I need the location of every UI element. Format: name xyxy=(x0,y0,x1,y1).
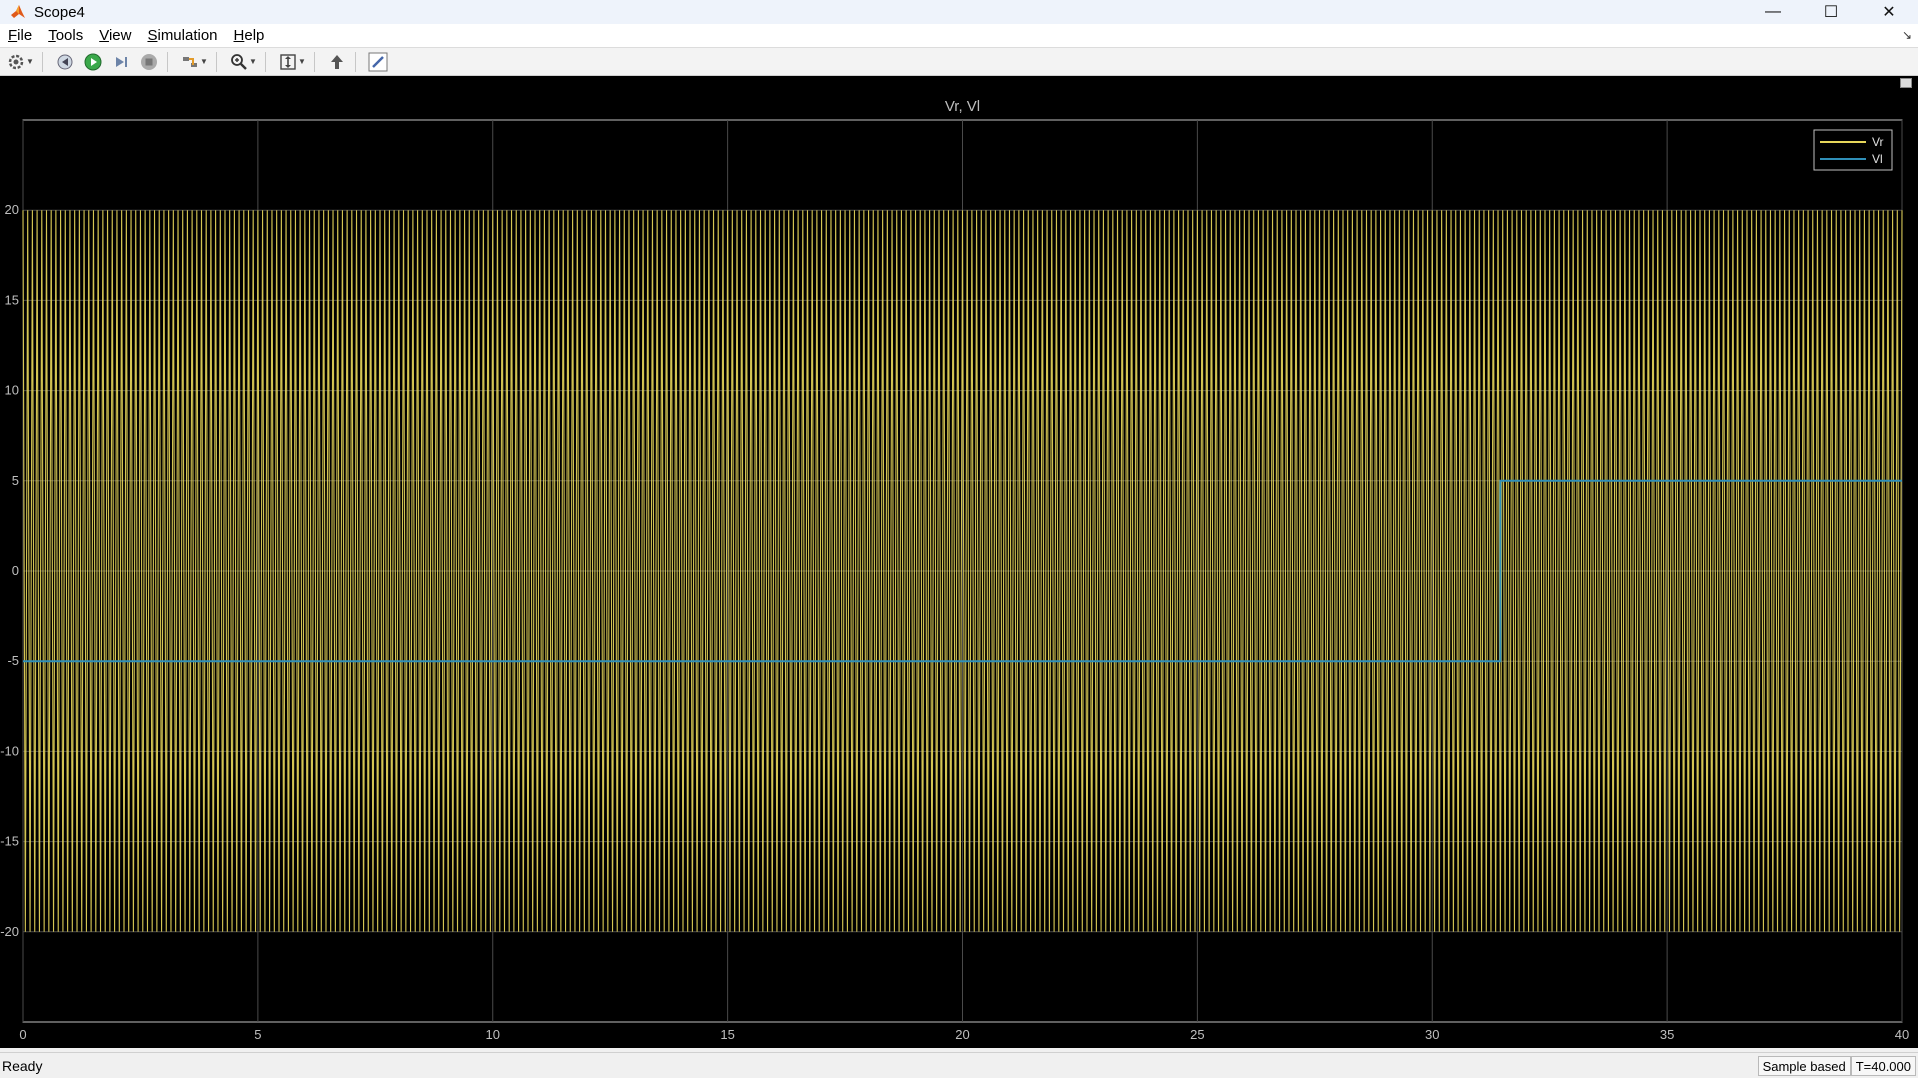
highlight-dropdown-icon[interactable]: ▼ xyxy=(200,57,210,66)
toolbar-separator xyxy=(216,51,217,72)
edit-icon xyxy=(368,52,388,71)
y-tick-label: 0 xyxy=(12,563,19,578)
toolbar-separator xyxy=(42,51,43,72)
maximize-button[interactable]: ☐ xyxy=(1802,0,1860,24)
minimize-button[interactable]: — xyxy=(1744,0,1802,24)
run-button[interactable] xyxy=(81,50,105,74)
menu-view[interactable]: View xyxy=(91,27,139,44)
toolbar-separator xyxy=(265,51,266,72)
settings-icon xyxy=(8,54,24,69)
x-tick-label: 30 xyxy=(1425,1027,1439,1042)
toolbar-separator xyxy=(355,51,356,72)
toolbar-separator xyxy=(314,51,315,72)
x-tick-label: 5 xyxy=(254,1027,261,1042)
stop-icon xyxy=(141,53,157,70)
legend-label: Vl xyxy=(1872,152,1883,166)
highlight-signal-icon xyxy=(183,56,197,67)
status-sample-mode: Sample based xyxy=(1757,1056,1851,1076)
zoom-dropdown-icon[interactable]: ▼ xyxy=(249,57,259,66)
y-tick-label: 5 xyxy=(12,473,19,488)
status-bar: Ready Sample based T=40.000 xyxy=(0,1052,1918,1078)
legend-label: Vr xyxy=(1872,135,1884,149)
x-tick-label: 25 xyxy=(1190,1027,1204,1042)
x-tick-label: 40 xyxy=(1895,1027,1909,1042)
menu-simulation[interactable]: Simulation xyxy=(139,27,225,44)
y-tick-label: 10 xyxy=(5,383,19,398)
stop-button[interactable] xyxy=(137,50,161,74)
toolbar: ▼ ▼ ▼ ▼ xyxy=(0,48,1918,76)
y-tick-label: -15 xyxy=(0,834,19,849)
autoscale-button[interactable] xyxy=(276,50,300,74)
step-forward-icon xyxy=(116,56,127,67)
y-tick-label: 20 xyxy=(5,202,19,217)
x-tick-label: 15 xyxy=(720,1027,734,1042)
highlight-signal-button[interactable] xyxy=(178,50,202,74)
autoscale-dropdown-icon[interactable]: ▼ xyxy=(298,57,308,66)
scope-chart: Vr, Vl 0 5 10 15 20 25 30 35 40 20 15 10 5 0 -5 -10 -15 -2… xyxy=(0,98,1909,1042)
expand-icon[interactable] xyxy=(1900,78,1912,88)
close-icon: ✕ xyxy=(1882,4,1896,21)
maximize-icon: ☐ xyxy=(1823,4,1839,21)
x-tick-label: 0 xyxy=(19,1027,26,1042)
bring-forward-icon xyxy=(331,54,343,69)
edit-button[interactable] xyxy=(366,50,390,74)
status-time: T=40.000 xyxy=(1850,1056,1916,1076)
y-tick-label: 15 xyxy=(5,292,19,307)
x-tick-label: 20 xyxy=(955,1027,969,1042)
step-back-icon xyxy=(57,54,73,69)
step-back-button[interactable] xyxy=(53,50,77,74)
menu-help[interactable]: Help xyxy=(226,27,273,44)
x-tick-label: 10 xyxy=(486,1027,500,1042)
menu-tools[interactable]: Tools xyxy=(40,27,91,44)
bring-forward-button[interactable] xyxy=(325,50,349,74)
step-forward-button[interactable] xyxy=(109,50,133,74)
settings-dropdown-icon[interactable]: ▼ xyxy=(26,57,36,66)
y-tick-label: -10 xyxy=(0,743,19,758)
minimize-icon: — xyxy=(1765,3,1781,20)
y-tick-label: -20 xyxy=(0,924,19,939)
title-bar: Scope4 — ☐ ✕ xyxy=(0,0,1918,24)
toolbar-separator xyxy=(167,51,168,72)
autoscale-icon xyxy=(280,53,296,70)
zoom-button[interactable] xyxy=(227,50,251,74)
settings-button[interactable] xyxy=(4,50,28,74)
plot-header-strip xyxy=(0,76,1918,92)
run-icon xyxy=(84,53,102,70)
x-tick-label: 35 xyxy=(1660,1027,1674,1042)
menu-file[interactable]: File xyxy=(0,27,40,44)
chart-title: Vr, Vl xyxy=(945,98,980,115)
status-ready: Ready xyxy=(2,1057,43,1074)
y-tick-label: -5 xyxy=(7,653,19,668)
scope-plot-area: Vr, Vl 0 5 10 15 20 25 30 35 40 20 15 10 5 0 -5 -10 -15 -2… xyxy=(0,92,1918,1048)
undock-icon[interactable]: ↘ xyxy=(1902,28,1912,42)
zoom-icon xyxy=(231,53,247,70)
close-button[interactable]: ✕ xyxy=(1860,0,1918,24)
window-title: Scope4 xyxy=(34,3,85,21)
matlab-logo-icon xyxy=(11,5,25,18)
menu-bar: File Tools View Simulation Help ↘ xyxy=(0,24,1918,48)
